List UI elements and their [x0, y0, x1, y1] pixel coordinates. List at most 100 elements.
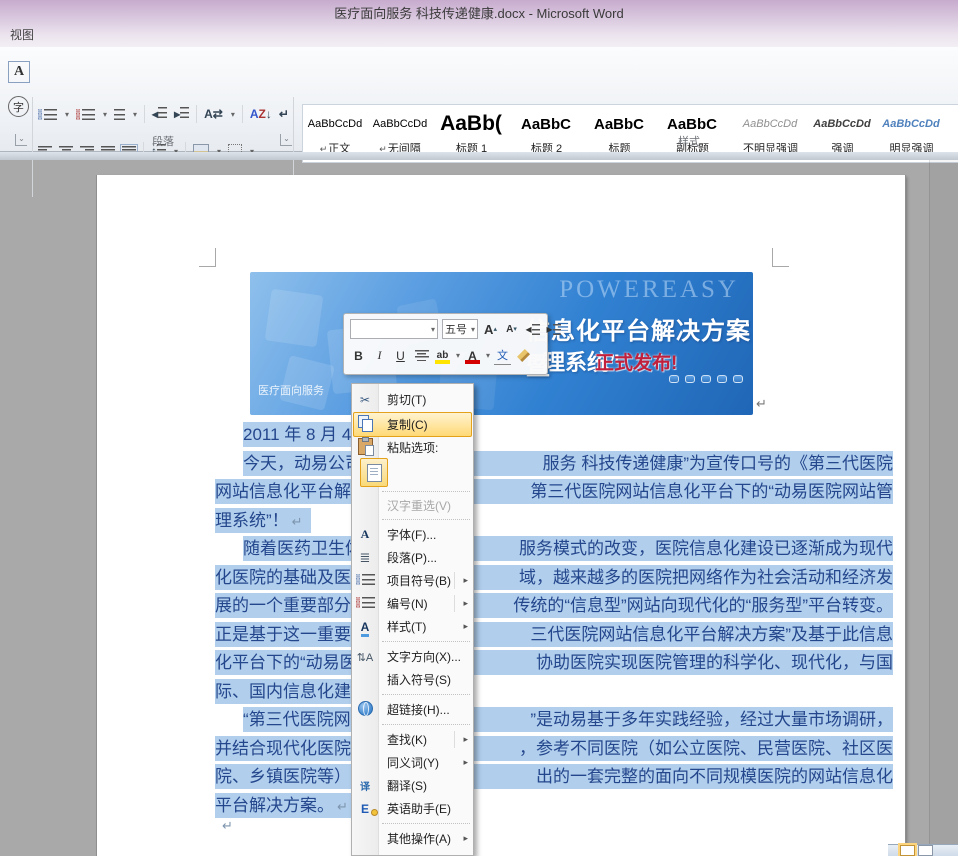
menu-item-label: 样式(T) [378, 618, 426, 635]
margin-crop-mark-left [199, 248, 216, 267]
bullets-button[interactable] [38, 109, 57, 120]
context-menu-item[interactable]: 插入符号(S) [352, 668, 473, 691]
menu-item-label: 复制(C) [378, 416, 428, 433]
style-sample: AaBbCcDd [367, 109, 433, 139]
context-menu-item[interactable]: 同义词(Y) ▸ [352, 751, 473, 774]
context-menu-item[interactable]: A 样式(T) ▸ [352, 615, 473, 638]
status-bar [888, 844, 958, 856]
context-menu-item[interactable]: ⇅A 文字方向(X)... [352, 645, 473, 668]
context-menu-item[interactable]: E 英语助手(E) [352, 797, 473, 820]
menu-item-label: 项目符号(B) [378, 572, 451, 589]
paragraph-icon: ≣ [352, 550, 378, 566]
ribbon-tab-view[interactable]: 视图 [10, 26, 34, 43]
mini-toolbar: ▾ 五号▾ ◂ ▸ B I U ab▾ A▾ 文 [343, 313, 548, 375]
style-sample: AaBb( [433, 109, 509, 139]
scissors-icon: ✂ [352, 393, 378, 407]
context-menu-item[interactable]: 汉字重选(V) [352, 495, 473, 516]
menu-item-label: 编号(N) [378, 595, 428, 612]
paragraph-mark: ↵ [756, 396, 767, 412]
context-menu-item[interactable]: 查找(K) ▸ [352, 728, 473, 751]
show-hide-marks-button[interactable]: ↵ [279, 107, 289, 121]
bold-button[interactable]: B [350, 347, 367, 365]
font-dialog-launcher-icon[interactable] [15, 134, 27, 146]
styles-icon: A [352, 620, 378, 634]
style-sample: AaBbCcDd [873, 109, 949, 139]
grow-font-icon[interactable] [482, 320, 499, 338]
style-sample: AaBbC [509, 109, 583, 139]
menu-item-label: 粘贴选项: [378, 439, 438, 456]
increase-indent-button[interactable]: ▸ [174, 107, 189, 121]
style-sample: AaBbCcDd [303, 109, 367, 139]
banner-watermark: POWEREASY [559, 276, 739, 304]
underline-button[interactable]: U [392, 347, 409, 365]
workspace-edge-shade [930, 160, 958, 844]
enclose-characters-button[interactable]: 字 [8, 96, 29, 117]
menu-item-label: 剪切(T) [378, 391, 426, 408]
submenu-arrow-icon: ▸ [463, 833, 468, 844]
full-screen-reading-view-icon[interactable] [918, 845, 933, 856]
font-name-combo[interactable]: ▾ [350, 319, 438, 339]
context-menu: ✂ 剪切(T) 复制(C) 粘贴选项: 汉字重选(V) A 字体(F)... ≣… [351, 383, 474, 856]
submenu-arrow-icon: ▸ [463, 734, 468, 745]
phonetic-guide-button[interactable]: 文 [494, 346, 511, 365]
paste-keep-text-icon[interactable] [360, 458, 388, 487]
decrease-indent-icon[interactable]: ◂ [524, 320, 541, 338]
menu-item-label: 段落(P)... [378, 549, 437, 566]
font-color-button[interactable]: A [464, 347, 481, 365]
paragraph-dialog-launcher-icon[interactable] [280, 134, 292, 146]
context-menu-item[interactable]: 粘贴选项: [352, 437, 473, 458]
menu-item-label: 插入符号(S) [378, 671, 451, 688]
context-menu-item[interactable]: 其他操作(A) ▸ [352, 827, 473, 850]
italic-button[interactable]: I [371, 347, 388, 365]
context-menu-item[interactable]: 编号(N) ▸ [352, 592, 473, 615]
hyperlink-icon [352, 701, 378, 719]
context-menu-item[interactable]: A 字体(F)... [352, 523, 473, 546]
clipboard-icon [352, 438, 378, 458]
font-size-combo[interactable]: 五号▾ [442, 319, 478, 339]
style-sample: AaBbCcDd [729, 109, 811, 139]
margin-crop-mark-right [772, 248, 789, 267]
context-menu-item[interactable]: 译 翻译(S) [352, 774, 473, 797]
banner-release-text: 正式发布! [595, 348, 677, 375]
ribbon: A 字 ▾ ▾ ▾ ◂ ▸ A⇄▾ AZ↓ ↵ ↕▾ ▾ ▾ 段落 AaBbCc… [0, 47, 958, 152]
submenu-arrow-icon: ▸ [463, 575, 468, 586]
context-menu-item[interactable]: ≣ 段落(P)... [352, 546, 473, 569]
paste-options-row [352, 458, 473, 488]
print-layout-view-icon[interactable] [900, 845, 915, 856]
window-title: 医疗面向服务 科技传递健康.docx - Microsoft Word [0, 3, 958, 22]
context-menu-item[interactable]: 复制(C) [352, 412, 473, 437]
banner-nav-button [701, 375, 711, 383]
banner-nav-buttons [669, 375, 743, 383]
ribbon-lower-edge [0, 152, 958, 160]
asian-layout-button[interactable]: A⇄ [204, 107, 223, 121]
numbering-button[interactable] [76, 109, 95, 120]
styles-group-label: 样式 [678, 133, 700, 149]
menu-item-label: 同义词(Y) [378, 754, 439, 771]
context-menu-item[interactable]: 项目符号(B) ▸ [352, 569, 473, 592]
character-border-button[interactable]: A [8, 61, 30, 83]
menu-item-label: 查找(K) [378, 731, 427, 748]
paragraph-tools-row1: ▾ ▾ ▾ ◂ ▸ A⇄▾ AZ↓ ↵ [38, 105, 289, 123]
context-menu-item[interactable]: ✂ 剪切(T) [352, 387, 473, 412]
format-painter-icon[interactable] [515, 347, 532, 365]
numbering-icon [352, 597, 378, 611]
decrease-indent-button[interactable]: ◂ [152, 107, 167, 121]
multilevel-list-button[interactable] [114, 109, 125, 120]
style-sample: AaBbC [583, 109, 655, 139]
shrink-font-icon[interactable] [503, 320, 520, 338]
english-assistant-icon: E [352, 802, 378, 816]
banner-nav-button [685, 375, 695, 383]
increase-indent-icon[interactable]: ▸ [545, 320, 562, 338]
banner-nav-button [733, 375, 743, 383]
group-divider [32, 97, 33, 197]
center-align-icon[interactable] [413, 347, 430, 365]
translate-icon: 译 [352, 778, 378, 793]
banner-caption: 医疗面向服务 [258, 382, 324, 398]
context-menu-item[interactable]: 超链接(H)... [352, 698, 473, 721]
submenu-arrow-icon: ▸ [463, 757, 468, 768]
menu-item-label: 字体(F)... [378, 526, 436, 543]
copy-icon [352, 415, 378, 434]
menu-item-label: 超链接(H)... [378, 701, 450, 718]
sort-button[interactable]: AZ↓ [250, 107, 272, 121]
text-highlight-button[interactable]: ab [434, 347, 451, 365]
